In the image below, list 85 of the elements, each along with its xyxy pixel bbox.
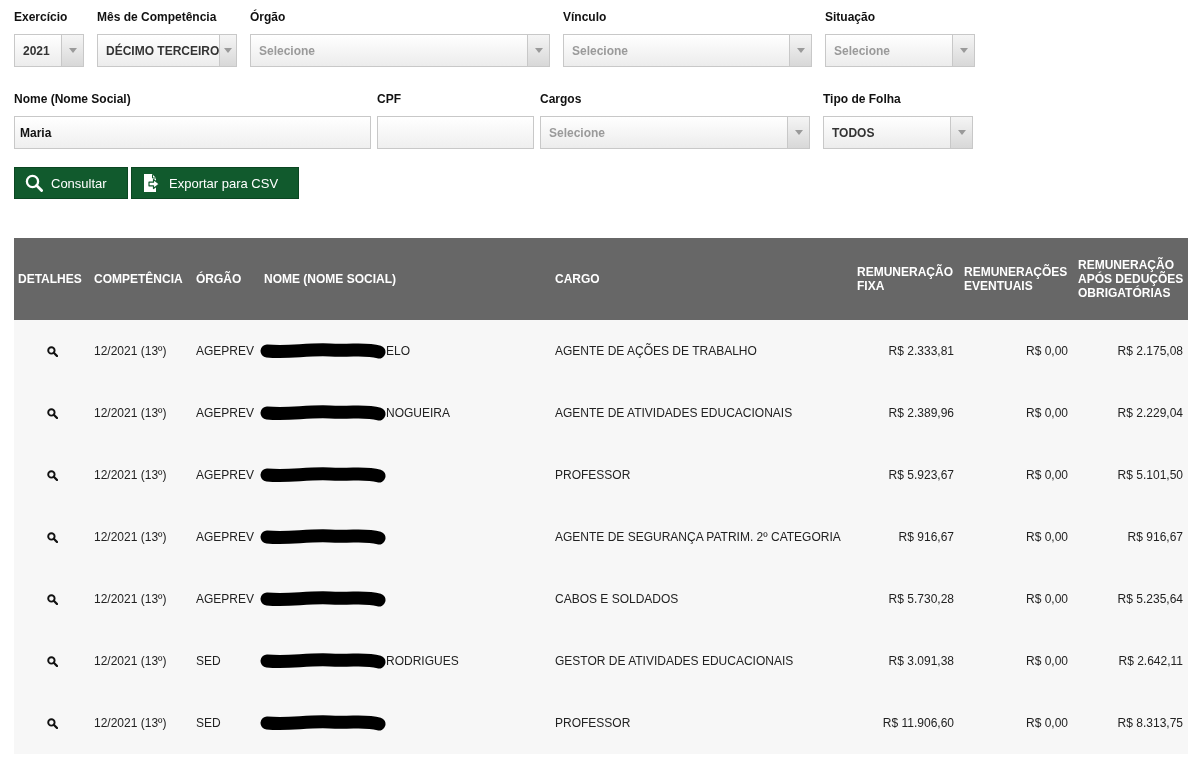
dropdown[interactable]: DÉCIMO TERCEIRO <box>97 34 237 67</box>
table-cell: R$ 0,00 <box>960 320 1074 382</box>
table-cell: 12/2021 (13º) <box>90 506 192 568</box>
table-cell: R$ 0,00 <box>960 568 1074 630</box>
table-cell: 12/2021 (13º) <box>90 382 192 444</box>
field-label: Órgão <box>250 10 286 25</box>
column-header: ÓRGÃO <box>192 238 260 320</box>
caret-icon[interactable] <box>789 35 811 66</box>
table-cell: R$ 2.229,04 <box>1074 382 1188 444</box>
field-label: Situação <box>825 10 875 25</box>
table-cell: AGEPREV <box>192 382 260 444</box>
table-cell: AGEPREV <box>192 506 260 568</box>
column-header: REMUNERAÇÕES EVENTUAIS <box>960 238 1074 320</box>
name-text: RODRIGUES <box>386 654 459 668</box>
column-header: REMUNERAÇÃO FIXA <box>853 238 960 320</box>
field-label: CPF <box>377 92 401 107</box>
table-cell: R$ 5.730,28 <box>853 568 960 630</box>
table-cell: R$ 2.642,11 <box>1074 630 1188 692</box>
caret-icon[interactable] <box>527 35 549 66</box>
search-icon[interactable] <box>46 718 58 730</box>
column-header: DETALHES <box>14 238 90 320</box>
table-cell: R$ 8.313,75 <box>1074 692 1188 754</box>
table-cell: AGEPREV <box>192 568 260 630</box>
table-cell: 12/2021 (13º) <box>90 444 192 506</box>
name-text: ELO <box>386 344 410 358</box>
caret-icon[interactable] <box>787 117 809 148</box>
field-label: Nome (Nome Social) <box>14 92 131 107</box>
column-header: COMPETÊNCIA <box>90 238 192 320</box>
search-icon[interactable] <box>46 532 58 544</box>
table-cell: SED <box>192 630 260 692</box>
caret-icon[interactable] <box>952 35 974 66</box>
text-input[interactable] <box>377 116 534 149</box>
search-icon[interactable] <box>46 408 58 420</box>
table-cell: R$ 0,00 <box>960 382 1074 444</box>
dropdown[interactable]: 2021 <box>14 34 84 67</box>
field-label: Mês de Competência <box>97 10 217 25</box>
table-cell: R$ 916,67 <box>1074 506 1188 568</box>
caret-icon[interactable] <box>950 117 972 148</box>
table-cell: R$ 5.235,64 <box>1074 568 1188 630</box>
field-label: Cargos <box>540 92 582 107</box>
search-icon <box>25 174 43 192</box>
caret-icon[interactable] <box>219 35 236 66</box>
table-cell: AGEPREV <box>192 444 260 506</box>
search-icon[interactable] <box>46 656 58 668</box>
text-input[interactable]: Maria <box>14 116 371 149</box>
dropdown[interactable]: TODOS <box>823 116 973 149</box>
search-button[interactable]: Consultar <box>14 167 128 199</box>
table-cell: GESTOR DE ATIVIDADES EDUCACIONAIS <box>551 630 853 692</box>
table-cell: AGENTE DE AÇÕES DE TRABALHO <box>551 320 853 382</box>
field-label: Tipo de Folha <box>823 92 901 107</box>
table-cell: R$ 2.389,96 <box>853 382 960 444</box>
field-label: Vínculo <box>563 10 607 25</box>
table-cell: R$ 916,67 <box>853 506 960 568</box>
table-cell: AGENTE DE ATIVIDADES EDUCACIONAIS <box>551 382 853 444</box>
table-cell: R$ 5.923,67 <box>853 444 960 506</box>
table-cell: R$ 2.333,81 <box>853 320 960 382</box>
export-button[interactable]: Exportar para CSV <box>131 167 299 199</box>
table-cell: 12/2021 (13º) <box>90 568 192 630</box>
column-header: NOME (NOME SOCIAL) <box>260 238 551 320</box>
table-cell: R$ 0,00 <box>960 630 1074 692</box>
caret-icon[interactable] <box>61 35 83 66</box>
table-cell: PROFESSOR <box>551 444 853 506</box>
table-cell: AGEPREV <box>192 320 260 382</box>
table-cell: R$ 5.101,50 <box>1074 444 1188 506</box>
table-cell: R$ 3.091,38 <box>853 630 960 692</box>
table-cell: SED <box>192 692 260 754</box>
file-export-icon <box>144 174 160 192</box>
table-cell: 12/2021 (13º) <box>90 692 192 754</box>
table-cell: PROFESSOR <box>551 692 853 754</box>
search-icon[interactable] <box>46 346 58 358</box>
table-cell: R$ 0,00 <box>960 692 1074 754</box>
table-cell: 12/2021 (13º) <box>90 320 192 382</box>
name-text: NOGUEIRA <box>386 406 450 420</box>
column-header: REMUNERAÇÃO APÓS DEDUÇÕES OBRIGATÓRIAS <box>1074 238 1188 320</box>
table-cell: R$ 0,00 <box>960 444 1074 506</box>
table-cell: R$ 0,00 <box>960 506 1074 568</box>
search-icon[interactable] <box>46 470 58 482</box>
table-cell: R$ 11.906,60 <box>853 692 960 754</box>
column-header: CARGO <box>551 238 853 320</box>
table-cell: R$ 2.175,08 <box>1074 320 1188 382</box>
search-icon[interactable] <box>46 594 58 606</box>
table-cell: 12/2021 (13º) <box>90 630 192 692</box>
table-cell: AGENTE DE SEGURANÇA PATRIM. 2º CATEGORIA <box>551 506 853 568</box>
table-cell: CABOS E SOLDADOS <box>551 568 853 630</box>
field-label: Exercício <box>14 10 68 25</box>
